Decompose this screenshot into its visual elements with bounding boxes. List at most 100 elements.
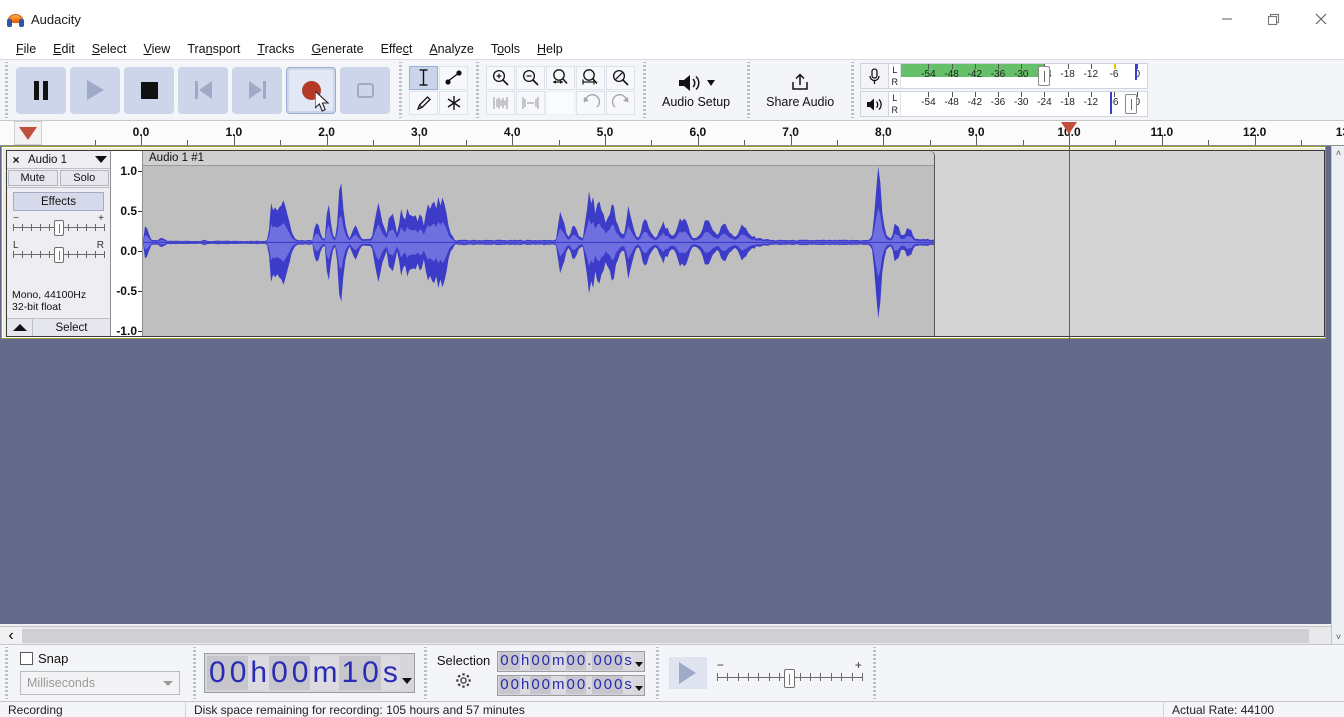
play-button[interactable] xyxy=(70,66,120,114)
play-speed-slider[interactable]: − + xyxy=(716,658,863,688)
transport-toolbar-grip[interactable] xyxy=(2,62,11,118)
playhead-marker[interactable] xyxy=(1061,122,1077,134)
scroll-down-icon[interactable]: ˅ xyxy=(1332,630,1344,644)
selection-time-unit[interactable]: m xyxy=(551,652,566,670)
selection-start-field[interactable]: 00h00m00.000s xyxy=(497,650,645,672)
chevron-down-icon[interactable] xyxy=(401,678,412,684)
undo-button[interactable] xyxy=(576,90,605,115)
menu-item-tools[interactable]: Tools xyxy=(483,40,529,58)
envelope-tool[interactable] xyxy=(439,65,468,90)
tools-toolbar-grip[interactable] xyxy=(396,62,405,118)
time-digit[interactable]: 0 xyxy=(227,656,249,690)
menu-item-tracks[interactable]: Tracks xyxy=(249,40,303,58)
selection-time-digit[interactable]: 0 xyxy=(602,652,614,670)
menu-item-edit[interactable]: Edit xyxy=(45,40,84,58)
share-audio-toolbar-grip[interactable] xyxy=(744,62,754,118)
scroll-up-icon[interactable]: ˄ xyxy=(1332,146,1344,160)
play-speed-slider-thumb[interactable] xyxy=(783,669,795,688)
pan-slider-thumb[interactable] xyxy=(53,247,64,263)
selection-time-digit[interactable]: 0 xyxy=(613,676,624,694)
audio-position-display[interactable]: 00h00m10s xyxy=(204,653,415,693)
effects-button[interactable]: Effects xyxy=(13,192,104,211)
selection-time-digit[interactable]: 0 xyxy=(575,676,587,694)
snap-toolbar-grip[interactable] xyxy=(2,647,11,699)
multi-tool[interactable] xyxy=(439,90,468,115)
fit-project-button[interactable] xyxy=(576,65,605,90)
menu-item-generate[interactable]: Generate xyxy=(303,40,372,58)
pinned-play-head-icon[interactable] xyxy=(14,121,42,145)
waveform-area[interactable]: Audio 1 #1 xyxy=(143,151,1324,336)
skip-to-start-button[interactable] xyxy=(178,66,228,114)
zoom-toggle-button[interactable] xyxy=(606,65,635,90)
chevron-down-icon[interactable] xyxy=(634,661,643,667)
silence-audio-button[interactable] xyxy=(516,90,545,115)
track-dropdown-icon[interactable] xyxy=(92,156,110,163)
recording-meter[interactable]: L R -54-48-42-36-30-24-18-12-60 xyxy=(860,63,1149,89)
scroll-left-icon[interactable]: ‹ xyxy=(0,626,22,645)
time-unit[interactable]: m xyxy=(310,656,340,690)
playback-meter[interactable]: L R -54 -48 -42 -36 -30 -24 -18 -12 -6 0 xyxy=(860,91,1149,117)
menu-item-file[interactable]: File xyxy=(8,40,45,58)
pause-button[interactable] xyxy=(16,66,66,114)
audio-setup-toolbar-grip[interactable] xyxy=(640,62,649,118)
selection-time-digit[interactable]: 0 xyxy=(499,676,510,694)
selection-time-digit[interactable]: 0 xyxy=(613,652,624,670)
selection-time-digit[interactable]: 0 xyxy=(565,676,576,694)
selection-time-digit[interactable]: 0 xyxy=(540,652,552,670)
selection-time-digit[interactable]: 0 xyxy=(592,676,603,694)
time-digit[interactable]: 0 xyxy=(289,656,311,690)
selection-time-unit[interactable]: h xyxy=(519,652,531,670)
share-audio-button[interactable]: Share Audio xyxy=(754,65,846,116)
selection-time-digit[interactable]: 0 xyxy=(575,652,587,670)
snap-unit-select[interactable]: Milliseconds xyxy=(20,671,180,695)
menu-item-view[interactable]: View xyxy=(135,40,179,58)
snap-checkbox[interactable] xyxy=(20,652,33,665)
solo-button[interactable]: Solo xyxy=(59,170,109,186)
menu-item-analyze[interactable]: Analyze xyxy=(421,40,482,58)
recording-volume-slider-thumb[interactable] xyxy=(1038,66,1051,86)
time-digit[interactable]: 0 xyxy=(269,656,290,690)
time-toolbar-grip[interactable] xyxy=(190,647,199,699)
selection-time-digit[interactable]: 0 xyxy=(540,676,552,694)
vertical-scrollbar[interactable]: ˄ ˅ xyxy=(1331,146,1344,644)
selection-time-unit[interactable]: s xyxy=(623,676,633,694)
menu-item-transport[interactable]: Transport xyxy=(179,40,249,58)
loop-button[interactable] xyxy=(340,66,390,114)
close-icon[interactable] xyxy=(1297,0,1344,38)
edit-toolbar-grip[interactable] xyxy=(473,62,482,118)
selection-time-digit[interactable]: 0 xyxy=(592,652,603,670)
recording-meter-scale[interactable]: -54-48-42-36-30-24-18-12-60 xyxy=(901,64,1148,88)
skip-to-end-button[interactable] xyxy=(232,66,282,114)
zoom-out-button[interactable] xyxy=(516,65,545,90)
menu-item-help[interactable]: Help xyxy=(529,40,572,58)
selection-time-digit[interactable]: 0 xyxy=(530,676,541,694)
selection-time-digit[interactable]: 0 xyxy=(530,652,541,670)
gain-slider-thumb[interactable] xyxy=(53,220,64,236)
gear-icon[interactable] xyxy=(455,672,472,694)
selection-time-digit[interactable]: 0 xyxy=(499,652,510,670)
selection-time-unit[interactable]: m xyxy=(551,676,566,694)
selection-time-unit[interactable]: h xyxy=(519,676,531,694)
time-digit[interactable]: 1 xyxy=(339,656,361,690)
stop-button[interactable] xyxy=(124,66,174,114)
selection-time-digit[interactable]: 0 xyxy=(509,676,520,694)
vertical-ruler[interactable]: 1.0 0.5 0.0 -0.5 -1.0 xyxy=(111,151,143,338)
selection-time-digit[interactable]: 0 xyxy=(602,676,614,694)
trim-audio-button[interactable] xyxy=(486,90,515,115)
record-button[interactable] xyxy=(286,66,336,114)
close-track-button[interactable]: × xyxy=(7,152,25,168)
bottom-dock-end-grip[interactable] xyxy=(869,647,879,699)
redo-button[interactable] xyxy=(606,90,635,115)
time-unit[interactable]: h xyxy=(248,656,270,690)
horizontal-scroll-thumb[interactable] xyxy=(22,628,1309,643)
selection-toolbar-grip[interactable] xyxy=(420,647,430,699)
playback-meter-scale[interactable]: -54 -48 -42 -36 -30 -24 -18 -12 -6 0 xyxy=(901,92,1148,116)
collapse-track-icon[interactable] xyxy=(7,319,33,336)
clip-title[interactable]: Audio 1 #1 xyxy=(143,151,934,166)
horizontal-scrollbar[interactable]: ‹ xyxy=(0,626,1331,645)
chevron-down-icon[interactable] xyxy=(634,685,643,691)
restore-icon[interactable] xyxy=(1250,0,1297,38)
selection-time-unit[interactable]: s xyxy=(623,652,633,670)
zoom-in-button[interactable] xyxy=(486,65,515,90)
selection-time-digit[interactable]: 0 xyxy=(509,652,520,670)
